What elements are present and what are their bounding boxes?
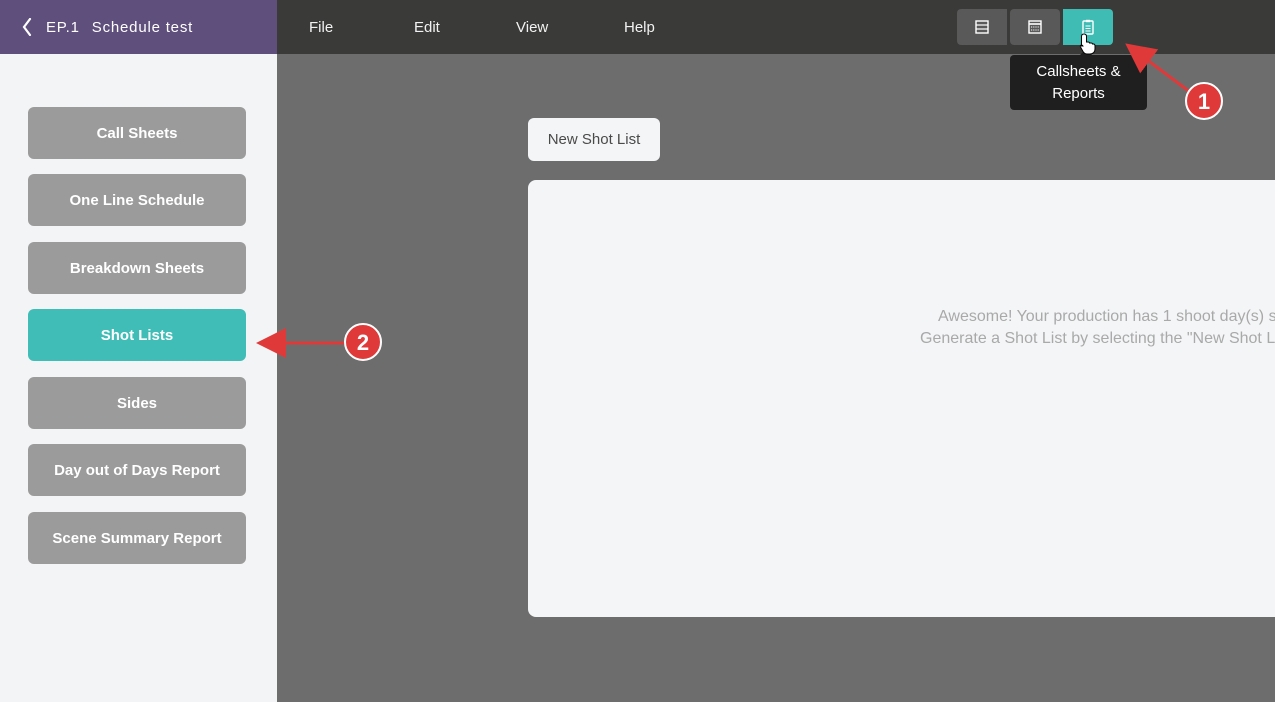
callsheets-reports-button[interactable] — [1063, 9, 1113, 45]
menu-edit[interactable]: Edit — [414, 0, 440, 54]
badge-2-label: 2 — [357, 330, 369, 355]
menu-file[interactable]: File — [309, 0, 333, 54]
menu-view[interactable]: View — [516, 0, 548, 54]
episode-label: EP.1 — [46, 18, 80, 36]
sidebar-item-day-out-of-days[interactable]: Day out of Days Report — [28, 444, 246, 496]
tooltip-line1: Callsheets & — [1036, 63, 1121, 80]
annotation-badge-1: 1 — [1185, 82, 1223, 120]
back-chevron-icon[interactable] — [18, 17, 36, 37]
tooltip-line2: Reports — [1052, 85, 1105, 102]
list-view-icon — [975, 20, 989, 34]
empty-state-line1: Awesome! Your production has 1 shoot day… — [938, 308, 1275, 325]
new-shot-list-button[interactable]: New Shot List — [528, 118, 660, 161]
project-title: Schedule test — [91, 18, 194, 36]
sidebar-item-scene-summary[interactable]: Scene Summary Report — [28, 512, 246, 564]
project-header: EP.1 Schedule test — [0, 0, 277, 54]
clipboard-icon — [1082, 19, 1094, 35]
sidebar-item-one-line-schedule[interactable]: One Line Schedule — [28, 174, 246, 226]
calendar-view-icon — [1028, 20, 1042, 34]
sidebar-item-call-sheets[interactable]: Call Sheets — [28, 107, 246, 159]
badge-1-label: 1 — [1198, 89, 1210, 114]
sidebar-item-sides[interactable]: Sides — [28, 377, 246, 429]
list-view-button[interactable] — [957, 9, 1007, 45]
sidebar: Call Sheets One Line Schedule Breakdown … — [0, 54, 277, 702]
shot-list-panel: Awesome! Your production has 1 shoot day… — [528, 180, 1275, 617]
sidebar-item-breakdown-sheets[interactable]: Breakdown Sheets — [28, 242, 246, 294]
view-tooltip: Callsheets & Reports — [1010, 49, 1147, 110]
menu-help[interactable]: Help — [624, 0, 655, 54]
sidebar-item-shot-lists[interactable]: Shot Lists — [28, 309, 246, 361]
view-switcher — [957, 9, 1113, 45]
empty-state-line2: Generate a Shot List by selecting the "N… — [920, 330, 1275, 347]
empty-state-message: Awesome! Your production has 1 shoot day… — [528, 306, 1275, 350]
top-bar: EP.1 Schedule test File Edit View Help — [0, 0, 1275, 54]
annotation-badge-2: 2 — [344, 323, 382, 361]
calendar-view-button[interactable] — [1010, 9, 1060, 45]
